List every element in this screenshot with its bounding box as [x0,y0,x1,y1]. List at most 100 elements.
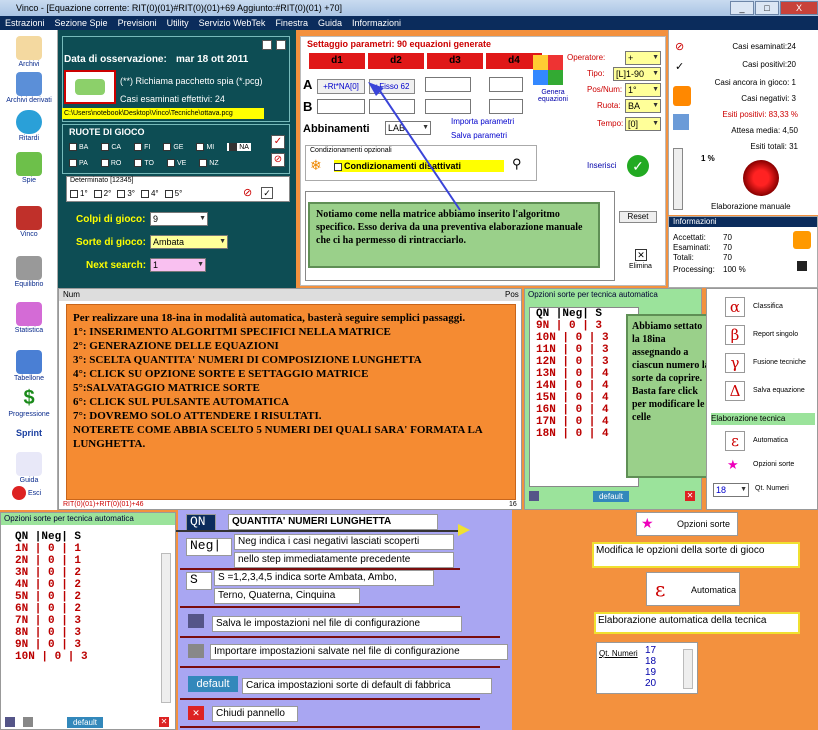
list-item[interactable]: 12N | 0 | 3 [530,356,638,368]
menu-guida[interactable]: Guida [313,16,347,30]
clear-det-icon[interactable]: ⊘ [243,187,255,199]
sidebar-item-archivi-derivati[interactable]: Archivi derivati [2,72,56,104]
wheel-ge[interactable]: GE [163,143,183,151]
sidebar-item-statistica[interactable]: Statistica [2,302,56,334]
qt-numeri-select[interactable]: 18 [713,483,749,497]
cell-b2[interactable] [369,99,415,114]
list-item[interactable]: 2N | 0 | 1 [3,555,173,567]
default-button[interactable]: default [593,491,629,502]
list-item[interactable]: 1N | 0 | 1 [3,543,173,555]
list-item[interactable]: 15N | 0 | 4 [530,392,638,404]
colpi-select[interactable]: 9 [150,212,208,226]
sidebar-item-spie[interactable]: Spie [2,152,56,184]
det-3[interactable]: 3° [117,189,135,198]
det-1[interactable]: 1° [70,189,88,198]
col-d1[interactable]: d1 [309,53,365,69]
list-item[interactable]: 14N | 0 | 4 [530,380,638,392]
maximize-button[interactable]: □ [755,1,779,15]
cell-a3[interactable] [425,77,471,92]
close-button[interactable]: X [780,1,818,15]
ruota-select[interactable]: BA [625,99,661,113]
list-item[interactable]: 9N | 0 | 3 [530,320,638,332]
clear-all-icon[interactable]: ⊘ [271,153,285,167]
menu-servizio-webtek[interactable]: Servizio WebTek [194,16,271,30]
sidebar-item-tabellone[interactable]: Tabellone [2,350,56,382]
menu-sezione-spie[interactable]: Sezione Spie [50,16,113,30]
sidebar-item-progressione[interactable]: $ Progressione [2,386,56,418]
menu-finestra[interactable]: Finestra [270,16,313,30]
wheel-nz[interactable]: NZ [199,159,219,167]
gamma-icon[interactable]: γ [725,353,745,373]
scrollbar[interactable] [161,553,171,703]
cell-b4[interactable] [489,99,523,114]
list-item[interactable]: 3N | 0 | 2 [3,567,173,579]
sidebar-item-equilibrio[interactable]: Equilibrio [2,256,56,288]
cell-a4[interactable] [489,77,523,92]
progress-slider[interactable] [673,148,683,210]
list-item[interactable]: 16N | 0 | 4 [530,404,638,416]
beta-icon[interactable]: β [725,325,745,345]
elimina-icon[interactable]: ✕ [635,249,647,261]
cell-b1[interactable] [317,99,365,114]
save-icon[interactable] [5,717,15,727]
close-icon[interactable]: ✕ [685,491,695,501]
close-icon[interactable]: ✕ [159,717,169,727]
cell-a2[interactable]: +Fisso 62 [369,79,415,94]
wheel-ca[interactable]: CA [101,143,121,151]
sidebar-item-esci[interactable]: Esci [2,486,56,500]
cell-a1[interactable]: +Rt*NA[0] [317,79,365,94]
wheel-to[interactable]: TO [134,159,154,167]
wheel-na[interactable]: NA [227,143,251,151]
list-item[interactable]: 13N | 0 | 4 [530,368,638,380]
det-4[interactable]: 4° [140,189,159,198]
elimina-label[interactable]: Elimina [629,263,652,270]
delta-icon[interactable]: Δ [725,381,745,401]
check-det-icon[interactable]: ✓ [261,187,273,199]
list-item[interactable]: 7N | 0 | 3 [3,615,173,627]
save-icon[interactable] [529,491,539,501]
list-item[interactable]: 8N | 0 | 3 [3,627,173,639]
sidebar-item-ritardi[interactable]: Ritardi [2,110,56,142]
list-item[interactable]: 10N | 0 | 3 [530,332,638,344]
abbinamenti-select[interactable]: LAB [385,121,431,135]
wheel-mi[interactable]: MI [196,143,214,151]
list-item[interactable]: 18N | 0 | 4 [530,428,638,440]
save-params[interactable]: Salva parametri [451,131,507,140]
inserisci-button[interactable]: ✓ [627,155,649,177]
cell-b3[interactable] [425,99,471,114]
list-item[interactable]: 4N | 0 | 2 [3,579,173,591]
generate-label[interactable]: Genera equazioni [533,89,573,103]
import-icon[interactable] [23,717,33,727]
default-button[interactable]: default [67,717,103,728]
sorte-select[interactable]: Ambata [150,235,228,249]
options-list[interactable]: QN |Neg| S 1N | 0 | 1 2N | 0 | 1 3N | 0 … [3,531,173,711]
close-panel-icon[interactable] [276,40,286,50]
menu-previsioni[interactable]: Previsioni [113,16,162,30]
search-icon[interactable]: ⚲ [512,156,522,172]
sidebar-item-guida[interactable]: Guida [2,452,56,484]
wheel-ba[interactable]: BA [69,143,88,151]
star-icon[interactable]: ★ [727,457,739,473]
col-d2[interactable]: d2 [368,53,424,69]
import-params[interactable]: Importa parametri [451,117,514,126]
epsilon-icon[interactable]: ε [725,431,745,451]
bucket-icon[interactable] [793,231,811,249]
list-item[interactable]: 6N | 0 | 2 [3,603,173,615]
wheel-ve[interactable]: VE [166,159,186,167]
sidebar-item-archivi[interactable]: Archivi [2,36,56,68]
spy-package-button[interactable] [64,70,116,104]
cond-checkbox[interactable]: Condizionamenti disattivati [334,160,504,172]
sidebar-item-vinco[interactable]: Vinco [2,206,56,238]
next-search-select[interactable]: 1 [150,258,206,272]
list-item[interactable]: 10N | 0 | 3 [3,651,173,663]
menu-informazioni[interactable]: Informazioni [347,16,406,30]
det-2[interactable]: 2° [93,189,111,198]
minimize-panel-icon[interactable] [262,40,272,50]
list-item[interactable]: 9N | 0 | 3 [3,639,173,651]
generate-icon[interactable] [533,55,563,85]
manual-elab-button[interactable] [743,160,779,196]
check-all-icon[interactable]: ✓ [271,135,285,149]
tempo-select[interactable]: [0] [625,117,661,131]
sidebar-item-sprint[interactable]: Sprint [2,428,56,438]
minimize-button[interactable]: _ [730,1,754,15]
